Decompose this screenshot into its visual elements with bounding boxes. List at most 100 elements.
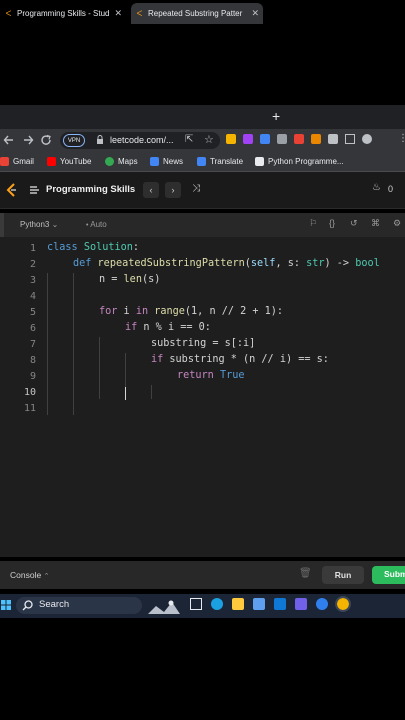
taskbar-search-box[interactable] (16, 597, 142, 614)
reload-icon[interactable] (40, 134, 52, 146)
indent-guide (151, 385, 152, 399)
indent-guide (99, 337, 100, 399)
leetcode-logo-icon[interactable] (5, 183, 17, 197)
back-arrow-icon[interactable] (3, 134, 15, 146)
editor-toolbar (0, 213, 405, 237)
store-icon[interactable] (253, 598, 265, 610)
console-label: Console (10, 570, 42, 580)
language-selector[interactable]: Python3 ⌄ (20, 220, 58, 229)
bookmark-label: News (163, 157, 184, 166)
chrome-menu-icon[interactable]: ⋮ (398, 133, 405, 144)
taskbar-search-label: Search (39, 599, 70, 610)
gmail-icon (0, 157, 9, 166)
bookmark-python[interactable]: Python Programme... (255, 155, 344, 168)
shuffle-icon[interactable]: ⤨ (192, 183, 200, 194)
problem-list-icon[interactable] (29, 185, 40, 195)
chevron-up-icon: ⌃ (43, 573, 50, 580)
teams-icon[interactable] (295, 598, 307, 610)
section-title[interactable]: Programming Skills (46, 184, 135, 195)
extension-icon[interactable] (311, 134, 321, 144)
task-view-icon[interactable] (190, 598, 202, 610)
extensions-area (226, 134, 372, 144)
line-number: 3 (29, 275, 36, 286)
bookmark-maps[interactable]: Maps (105, 155, 138, 168)
bookmark-translate[interactable]: Translate (197, 155, 243, 168)
browser-tab-strip (0, 105, 405, 129)
submit-button[interactable]: Submit (372, 566, 405, 584)
profile-avatar-icon[interactable] (362, 134, 372, 144)
news-icon (150, 157, 159, 166)
bookmark-label: YouTube (60, 157, 92, 166)
close-tab-icon[interactable]: ✕ (114, 8, 122, 19)
streak-flame-icon[interactable]: ♨ (372, 182, 381, 193)
maps-pin-icon (105, 157, 114, 166)
line-number: 1 (29, 243, 36, 254)
translate-icon (197, 157, 206, 166)
bookmark-news[interactable]: News (150, 155, 183, 168)
bookmark-label: Translate (210, 157, 244, 166)
file-explorer-icon[interactable] (232, 598, 244, 610)
search-icon (22, 600, 33, 611)
vpn-badge[interactable]: VPN (63, 134, 85, 147)
extension-icon[interactable] (277, 134, 287, 144)
line-number: 11 (23, 403, 36, 414)
chevron-right-icon: › (171, 185, 175, 195)
chrome-icon[interactable] (335, 596, 351, 612)
extension-icon[interactable] (243, 134, 253, 144)
next-problem-button[interactable]: › (165, 182, 181, 198)
app-icon[interactable] (316, 598, 328, 610)
puzzle-extensions-icon[interactable] (328, 134, 338, 144)
chevron-down-icon: ⌄ (51, 220, 59, 229)
extension-icon[interactable] (226, 134, 236, 144)
line-number: 6 (29, 323, 36, 334)
code-editor[interactable]: 1 2 3 4 5 6 7 8 9 10 11 class Solution: … (0, 237, 405, 557)
shortcuts-icon[interactable]: ⌘ (371, 218, 380, 229)
console-toggle[interactable]: Console ⌃ (10, 570, 49, 580)
trash-icon[interactable]: 🗑 (299, 568, 312, 579)
line-number-active: 10 (23, 387, 36, 398)
bookmark-icon[interactable]: ⚐ (309, 218, 317, 229)
bookmark-label: Python Programme... (268, 157, 344, 166)
code-line-2: def repeatedSubstringPattern(self, s: st… (73, 258, 380, 269)
panel-resize-handle[interactable] (0, 213, 4, 237)
side-panel-icon[interactable] (345, 134, 355, 144)
tab-title: Programming Skills - Stud (17, 9, 110, 18)
bookmark-label: Gmail (13, 157, 34, 166)
edge-icon[interactable] (211, 598, 223, 610)
browser-tab-programming-skills[interactable]: ᐸ Programming Skills - Stud ✕ (0, 3, 126, 24)
bookmark-label: Maps (118, 157, 138, 166)
run-button[interactable]: Run (322, 566, 364, 584)
search-highlight-illustration (146, 598, 184, 614)
line-number: 7 (29, 339, 36, 350)
windows-start-icon[interactable] (1, 600, 11, 610)
new-tab-button[interactable]: + (272, 108, 280, 124)
extension-icon[interactable] (260, 134, 270, 144)
bookmark-youtube[interactable]: YouTube (47, 155, 91, 168)
autosave-label: Auto (90, 220, 107, 229)
star-bookmark-icon[interactable]: ☆ (204, 133, 214, 146)
forward-arrow-icon[interactable] (22, 134, 34, 146)
extension-icon[interactable] (294, 134, 304, 144)
reset-icon[interactable]: ↺ (350, 218, 358, 229)
prev-problem-button[interactable]: ‹ (143, 182, 159, 198)
share-icon[interactable]: ⇱ (185, 134, 193, 145)
braces-icon[interactable]: {} (329, 218, 335, 228)
line-number: 8 (29, 355, 36, 366)
browser-tab-repeated-substring[interactable]: ᐸ Repeated Substring Patter ✕ (131, 3, 263, 24)
autosave-indicator: • Auto (86, 220, 107, 229)
line-number: 2 (29, 259, 36, 270)
mail-icon[interactable] (274, 598, 286, 610)
url-text: leetcode.com/... (110, 135, 174, 145)
code-line-8: if substring * (n // i) == s: (151, 354, 329, 365)
lock-icon[interactable] (96, 135, 104, 145)
line-number: 5 (29, 307, 36, 318)
close-tab-icon[interactable]: ✕ (251, 8, 259, 19)
leetcode-favicon-icon: ᐸ (5, 9, 12, 18)
bookmark-gmail[interactable]: Gmail (0, 155, 34, 168)
tab-title: Repeated Substring Patter (148, 9, 243, 18)
text-cursor (125, 387, 126, 400)
settings-gear-icon[interactable]: ⚙ (393, 218, 401, 229)
line-number: 4 (29, 291, 36, 302)
code-line-1: class Solution: (47, 242, 140, 253)
streak-count: 0 (388, 184, 394, 194)
